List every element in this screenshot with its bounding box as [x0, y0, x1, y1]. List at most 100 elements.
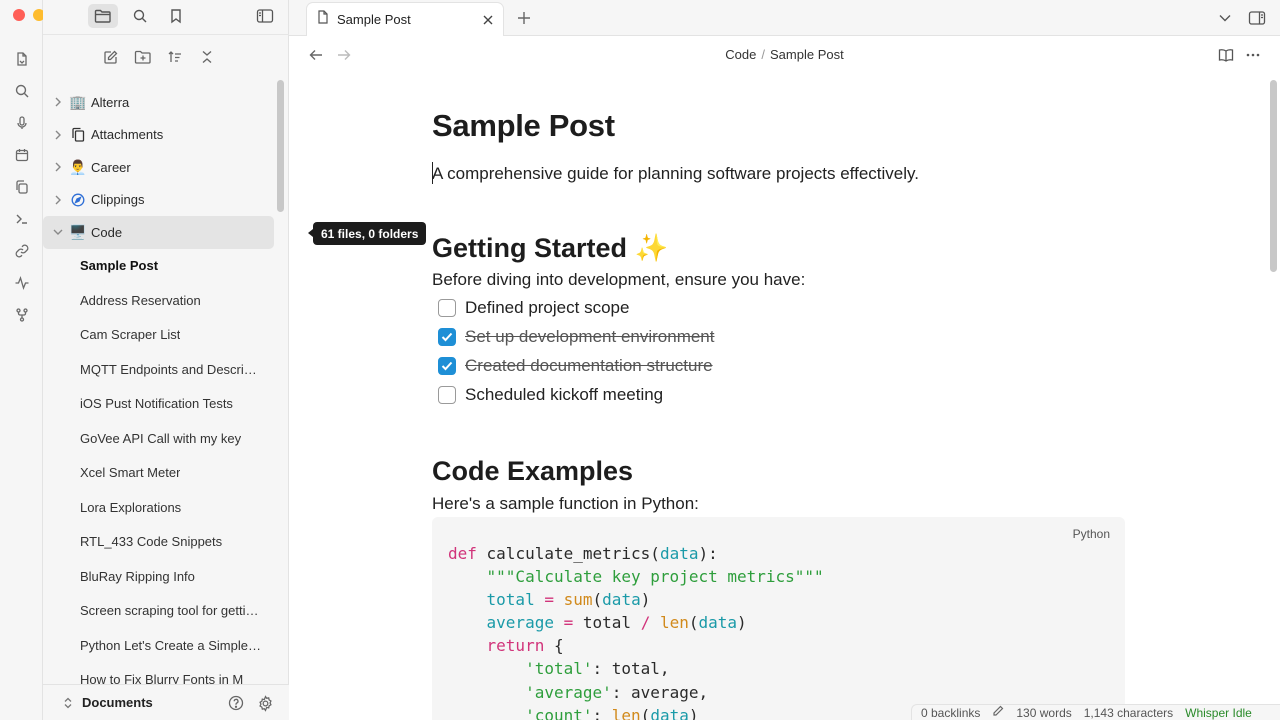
folder-alterra[interactable]: 🏢 Alterra [43, 86, 275, 119]
task-checkbox[interactable] [438, 299, 456, 317]
office-worker-icon: 👨‍💼 [69, 158, 87, 175]
file-item[interactable]: Python Let's Create a Simple App [43, 628, 275, 663]
code-block[interactable]: Python def calculate_metrics(data): """C… [432, 517, 1125, 720]
app-window: 🏢 Alterra Attachments 👨‍💼 Career Clippin… [0, 0, 1280, 720]
code-line: def calculate_metrics(data): [448, 544, 718, 563]
reading-view-book-icon[interactable] [1216, 45, 1236, 65]
files-tab-folder-icon[interactable] [88, 4, 118, 28]
file-item[interactable]: Cam Scraper List [43, 318, 275, 353]
tab-bar: Sample Post [289, 0, 1280, 36]
sidebar-tabbar [43, 0, 289, 35]
toggle-right-sidebar-icon[interactable] [1246, 7, 1268, 29]
close-window-button[interactable] [13, 9, 25, 21]
file-item[interactable]: RTL_433 Code Snippets [43, 525, 275, 560]
task-checkbox-checked[interactable] [438, 357, 456, 375]
file-item[interactable]: Address Reservation [43, 283, 275, 318]
whisper-status[interactable]: Whisper Idle [1185, 706, 1252, 720]
terminal-icon[interactable] [7, 204, 37, 234]
tab-list-chevron-down-icon[interactable] [1214, 7, 1236, 29]
new-tab-plus-icon[interactable] [513, 7, 535, 29]
tab-sample-post[interactable]: Sample Post [306, 2, 504, 36]
more-options-icon[interactable] [1243, 45, 1263, 65]
code-examples-intro: Here's a sample function in Python: [432, 494, 699, 513]
copy-icon[interactable] [7, 172, 37, 202]
compass-icon [69, 191, 87, 209]
new-note-icon[interactable] [98, 44, 124, 70]
code-line: """Calculate key project metrics""" [486, 567, 824, 586]
task-item: Defined project scope [438, 296, 629, 320]
checkmark-icon [441, 361, 453, 371]
folder-label: Alterra [91, 94, 130, 110]
edit-pencil-icon[interactable] [992, 705, 1004, 720]
file-explorer-sidebar: 🏢 Alterra Attachments 👨‍💼 Career Clippin… [43, 0, 289, 720]
link-icon[interactable] [7, 236, 37, 266]
file-item[interactable]: GoVee API Call with my key [43, 421, 275, 456]
new-folder-icon[interactable] [130, 44, 156, 70]
file-label: Xcel Smart Meter [80, 465, 181, 481]
task-checkbox-checked[interactable] [438, 328, 456, 346]
file-item[interactable]: iOS Pust Notification Tests [43, 387, 275, 422]
status-bar: 0 backlinks 130 words 1,143 characters W… [911, 704, 1280, 720]
help-icon[interactable] [226, 693, 246, 713]
close-tab-icon[interactable] [480, 12, 496, 28]
file-item[interactable]: Xcel Smart Meter [43, 456, 275, 491]
toggle-sidebar-icon[interactable] [250, 4, 280, 28]
task-item: Created documentation structure [438, 354, 713, 378]
folder-label: Attachments [91, 127, 164, 143]
code-line: 'count': len(data) [525, 706, 699, 720]
code-line: 'total': total, [525, 659, 670, 678]
search-icon[interactable] [7, 76, 37, 106]
chevron-up-down-icon [61, 697, 75, 709]
chevron-right-icon [51, 130, 65, 140]
office-building-icon: 🏢 [69, 93, 87, 110]
file-label: Cam Scraper List [80, 327, 181, 343]
breadcrumb-folder[interactable]: Code [725, 47, 756, 62]
file-item[interactable]: Lora Explorations [43, 490, 275, 525]
file-label: Screen scraping tool for getting data [80, 603, 263, 619]
search-tab-icon[interactable] [125, 4, 155, 28]
folder-career[interactable]: 👨‍💼 Career [43, 151, 275, 184]
folder-label: Code [91, 224, 123, 240]
file-label: Lora Explorations [80, 499, 182, 515]
editor-scrollbar[interactable] [1270, 80, 1277, 272]
vault-switcher[interactable]: Documents [43, 684, 289, 720]
breadcrumb-file[interactable]: Sample Post [770, 47, 844, 62]
checkmark-icon [441, 332, 453, 342]
folder-attachments[interactable]: Attachments [43, 119, 275, 152]
folder-clippings[interactable]: Clippings [43, 184, 275, 217]
settings-gear-icon[interactable] [255, 693, 275, 713]
folder-code[interactable]: 🖥️ Code [43, 216, 274, 249]
backlinks-count[interactable]: 0 backlinks [921, 706, 980, 720]
breadcrumb-separator: / [761, 47, 765, 62]
code-line: 'average': average, [525, 683, 709, 702]
activity-icon[interactable] [7, 268, 37, 298]
chevron-right-icon [51, 162, 65, 172]
code-line: average = total / len(data) [486, 613, 747, 632]
file-explorer-actions [43, 44, 275, 70]
git-fork-icon[interactable] [7, 300, 37, 330]
tab-label: Sample Post [337, 12, 411, 27]
lead-paragraph: A comprehensive guide for planning softw… [432, 164, 919, 183]
file-item[interactable]: Screen scraping tool for getting data [43, 594, 275, 629]
code-line: return { [486, 636, 564, 655]
file-item[interactable]: Sample Post [43, 249, 275, 284]
bookmark-tab-icon[interactable] [161, 4, 191, 28]
file-tree: 🏢 Alterra Attachments 👨‍💼 Career Clippin… [43, 86, 275, 697]
code-line: total = sum(data) [486, 590, 651, 609]
calendar-icon[interactable] [7, 140, 37, 170]
editor-content[interactable]: Sample Post A comprehensive guide for pl… [289, 74, 1269, 720]
file-label: Python Let's Create a Simple App [80, 637, 263, 653]
task-checkbox[interactable] [438, 386, 456, 404]
file-item[interactable]: BluRay Ripping Info [43, 559, 275, 594]
collapse-all-icon[interactable] [194, 44, 220, 70]
folder-label: Career [91, 159, 131, 175]
sort-icon[interactable] [162, 44, 188, 70]
file-label: BluRay Ripping Info [80, 568, 195, 584]
microphone-icon[interactable] [7, 108, 37, 138]
file-switch-icon[interactable] [7, 44, 37, 74]
file-item[interactable]: MQTT Endpoints and Descriptions [43, 352, 275, 387]
file-label: Address Reservation [80, 292, 201, 308]
task-item: Set up development environment [438, 325, 715, 349]
task-item: Scheduled kickoff meeting [438, 383, 663, 407]
sidebar-scrollbar[interactable] [277, 80, 284, 212]
